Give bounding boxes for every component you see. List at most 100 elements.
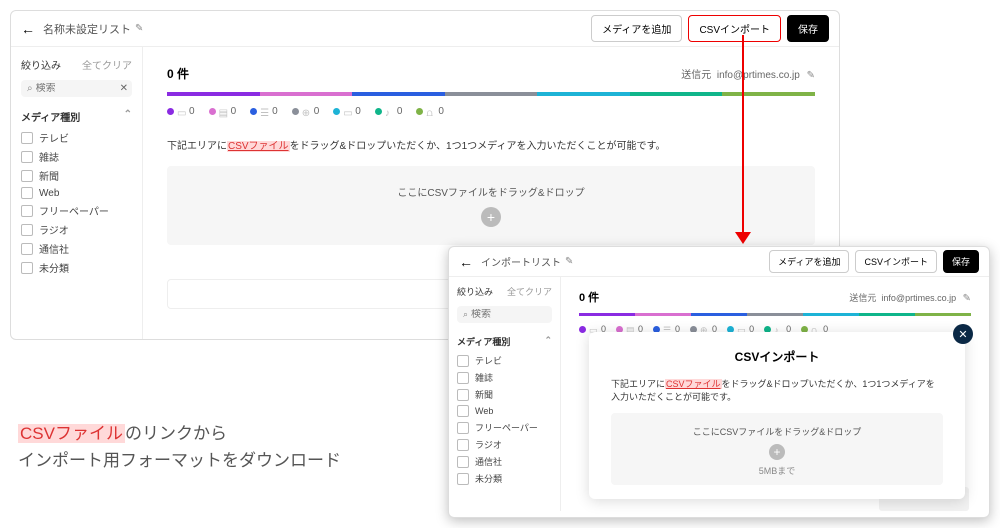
csv-file-link[interactable]: CSVファイル	[227, 141, 290, 152]
search-box[interactable]: ⌕ ✕	[21, 80, 132, 97]
category-item[interactable]: 通信社	[21, 241, 132, 256]
category-item[interactable]: 雑誌	[457, 371, 552, 384]
category-list: テレビ雑誌新聞 Web フリーペーパーラジオ通信社未分類	[457, 354, 552, 485]
category-label: 新聞	[39, 168, 59, 183]
annotation-arrow	[742, 35, 744, 235]
sender-info: 送信元 info@prtimes.co.jp ✎	[849, 291, 971, 304]
category-label: 新聞	[475, 388, 493, 401]
csv-import-button[interactable]: CSVインポート	[855, 250, 937, 273]
edit-sender-icon[interactable]: ✎	[807, 70, 815, 81]
csv-import-button[interactable]: CSVインポート	[688, 15, 781, 42]
checkbox-icon[interactable]	[21, 170, 33, 182]
category-item[interactable]: 未分類	[21, 260, 132, 275]
filter-label: 絞り込み	[457, 285, 493, 298]
legend-item: ▭0	[167, 106, 195, 117]
add-media-button[interactable]: メディアを追加	[769, 250, 849, 273]
category-item[interactable]: テレビ	[21, 130, 132, 145]
modal-instruction: 下記エリアにCSVファイルをドラッグ&ドロップいただくか、1つ1つメディアを入力…	[611, 377, 943, 403]
save-button[interactable]: 保存	[943, 250, 979, 273]
list-title[interactable]: インポートリスト	[481, 254, 561, 269]
category-label: 通信社	[39, 241, 69, 256]
category-item[interactable]: 雑誌	[21, 149, 132, 164]
checkbox-icon[interactable]	[21, 187, 33, 199]
category-item[interactable]: Web	[457, 405, 552, 417]
color-bars	[579, 313, 971, 316]
back-arrow-icon[interactable]: ←	[21, 21, 35, 37]
category-item[interactable]: フリーペーパー	[21, 203, 132, 218]
category-label: ラジオ	[39, 222, 69, 237]
chevron-up-icon[interactable]: ⌃	[124, 109, 132, 124]
category-list: テレビ雑誌新聞 Web フリーペーパーラジオ通信社未分類	[21, 130, 132, 275]
checkbox-icon[interactable]	[457, 473, 469, 485]
drop-zone[interactable]: ここにCSVファイルをドラッグ&ドロップ +	[167, 166, 815, 245]
checkbox-icon[interactable]	[457, 439, 469, 451]
category-item[interactable]: 新聞	[457, 388, 552, 401]
category-item[interactable]: 新聞	[21, 168, 132, 183]
csv-import-modal: ✕ CSVインポート 下記エリアにCSVファイルをドラッグ&ドロップいただくか、…	[589, 332, 965, 499]
search-input[interactable]	[36, 83, 116, 94]
checkbox-icon[interactable]	[21, 224, 33, 236]
legend-item: ▭0	[333, 106, 361, 117]
category-item[interactable]: ラジオ	[21, 222, 132, 237]
topbar: ← 名称未設定リスト ✎ メディアを追加 CSVインポート 保存	[11, 11, 839, 47]
checkbox-icon[interactable]	[457, 389, 469, 401]
add-icon[interactable]: +	[481, 207, 501, 227]
edit-sender-icon[interactable]: ✎	[963, 293, 971, 304]
checkbox-icon[interactable]	[21, 243, 33, 255]
checkbox-icon[interactable]	[457, 456, 469, 468]
sidebar: 絞り込み 全てクリア ⌕ ✕ メディア種別 ⌃ テレビ雑誌新聞 Web フリーペーパ…	[11, 47, 143, 339]
clear-all-button[interactable]: 全てクリア	[507, 285, 552, 298]
chevron-up-icon[interactable]: ⌃	[544, 335, 552, 348]
checkbox-icon[interactable]	[457, 405, 469, 417]
category-label: 雑誌	[39, 149, 59, 164]
sender-info: 送信元 info@prtimes.co.jp ✎	[681, 66, 815, 81]
category-item[interactable]: フリーペーパー	[457, 421, 552, 434]
legend-item: ☰0	[250, 106, 278, 117]
add-icon[interactable]: +	[769, 444, 785, 460]
category-label: 未分類	[475, 472, 502, 485]
clear-search-icon[interactable]: ✕	[120, 83, 128, 94]
search-icon: ⌕	[463, 309, 468, 320]
item-count: 0 件	[167, 65, 189, 82]
checkbox-icon[interactable]	[21, 132, 33, 144]
checkbox-icon[interactable]	[21, 262, 33, 274]
checkbox-icon[interactable]	[21, 151, 33, 163]
category-label: フリーペーパー	[475, 421, 538, 434]
filter-label: 絞り込み	[21, 57, 61, 72]
clear-all-button[interactable]: 全てクリア	[82, 57, 132, 72]
list-title[interactable]: 名称未設定リスト	[43, 21, 131, 37]
close-modal-icon[interactable]: ✕	[953, 324, 973, 344]
checkbox-icon[interactable]	[457, 422, 469, 434]
back-arrow-icon[interactable]: ←	[459, 254, 473, 270]
category-item[interactable]: テレビ	[457, 354, 552, 367]
edit-title-icon[interactable]: ✎	[565, 256, 573, 267]
modal-drop-zone[interactable]: ここにCSVファイルをドラッグ&ドロップ + 5MBまで	[611, 413, 943, 485]
topbar: ← インポートリスト ✎ メディアを追加 CSVインポート 保存	[449, 247, 989, 277]
sidebar: 絞り込み 全てクリア ⌕ メディア種別 ⌃ テレビ雑誌新聞Webフリーペーパーラ…	[449, 277, 561, 511]
category-label: 雑誌	[475, 371, 493, 384]
legend-item: ⊕0	[292, 106, 320, 117]
instruction-text: 下記エリアにCSVファイルをドラッグ&ドロップいただくか、1つ1つメディアを入力…	[167, 137, 815, 152]
csv-file-link[interactable]: CSVファイル	[665, 379, 722, 389]
search-input[interactable]	[471, 309, 531, 320]
checkbox-icon[interactable]	[21, 205, 33, 217]
save-button[interactable]: 保存	[787, 15, 829, 42]
category-header: メディア種別	[21, 109, 80, 124]
edit-title-icon[interactable]: ✎	[135, 23, 143, 34]
checkbox-icon[interactable]	[457, 355, 469, 367]
category-item[interactable]: 未分類	[457, 472, 552, 485]
item-count: 0 件	[579, 289, 599, 305]
category-label: フリーペーパー	[39, 203, 109, 218]
checkbox-icon[interactable]	[457, 372, 469, 384]
category-item[interactable]: ラジオ	[457, 438, 552, 451]
size-limit: 5MBまで	[611, 464, 943, 477]
category-item[interactable]: 通信社	[457, 455, 552, 468]
category-label: テレビ	[39, 130, 69, 145]
category-item[interactable]: Web	[21, 187, 132, 199]
add-media-button[interactable]: メディアを追加	[591, 15, 682, 42]
legend-item: ▤0	[209, 106, 237, 117]
legend-item: ⩍0	[416, 106, 444, 117]
category-label: 通信社	[475, 455, 502, 468]
search-box[interactable]: ⌕	[457, 306, 552, 323]
category-label: Web	[475, 406, 493, 416]
